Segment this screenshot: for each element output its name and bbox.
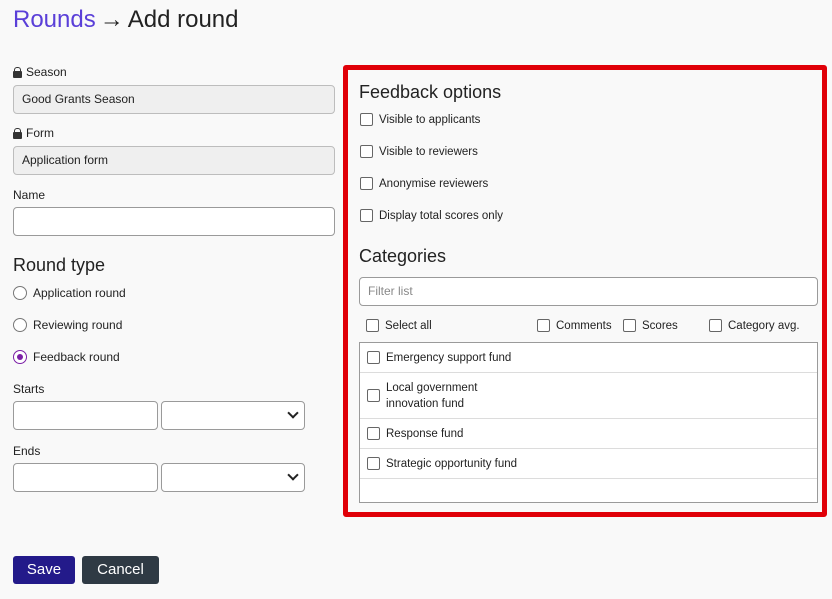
page-title: Add round: [127, 6, 239, 33]
checkbox[interactable]: [360, 113, 373, 126]
breadcrumb-rounds-link[interactable]: Rounds: [13, 6, 96, 33]
checkbox[interactable]: [367, 389, 380, 402]
starts-time-select[interactable]: [161, 401, 305, 430]
list-item[interactable]: Emergency support fund: [360, 343, 817, 373]
column-comments[interactable]: Comments: [537, 319, 612, 332]
cancel-button[interactable]: Cancel: [82, 556, 159, 584]
ends-label: Ends: [13, 444, 41, 458]
form-label-row: Form: [13, 126, 54, 140]
checkbox[interactable]: [709, 319, 722, 332]
radio-reviewing-round[interactable]: Reviewing round: [13, 318, 122, 332]
checkbox-label: Select all: [385, 319, 432, 332]
category-list[interactable]: Emergency support fund Local government …: [359, 342, 818, 503]
option-visible-to-reviewers[interactable]: Visible to reviewers: [360, 145, 478, 158]
season-label-row: Season: [13, 65, 67, 79]
lock-icon: [13, 66, 22, 78]
name-input[interactable]: [13, 207, 335, 236]
categories-title: Categories: [359, 246, 447, 266]
season-label: Season: [26, 65, 67, 79]
chevron-down-icon: [287, 407, 299, 419]
column-category-avg[interactable]: Category avg.: [709, 319, 800, 332]
radio-label: Feedback round: [33, 350, 120, 364]
ends-time-select[interactable]: [161, 463, 305, 492]
checkbox[interactable]: [360, 145, 373, 158]
column-scores[interactable]: Scores: [623, 319, 678, 332]
lock-icon: [13, 127, 22, 139]
checkbox[interactable]: [367, 457, 380, 470]
radio-label: Application round: [33, 286, 126, 300]
checkbox[interactable]: [367, 351, 380, 364]
option-visible-to-applicants[interactable]: Visible to applicants: [360, 113, 480, 126]
category-label: Local government innovation fund: [386, 380, 477, 412]
radio-button-selected[interactable]: [13, 350, 27, 364]
form-label: Form: [26, 126, 54, 140]
checkbox-label: Display total scores only: [379, 209, 503, 222]
starts-date-input[interactable]: [13, 401, 158, 430]
feedback-options-title: Feedback options: [359, 82, 502, 102]
form-field: Application form: [13, 146, 335, 175]
list-item[interactable]: Response fund: [360, 419, 817, 449]
chevron-down-icon: [287, 469, 299, 481]
radio-button[interactable]: [13, 318, 27, 332]
checkbox-label: Category avg.: [728, 319, 800, 332]
filter-input[interactable]: Filter list: [359, 277, 818, 306]
checkbox-label: Anonymise reviewers: [379, 177, 489, 190]
starts-label: Starts: [13, 382, 45, 396]
name-label: Name: [13, 188, 46, 202]
category-label-line: Local government: [386, 381, 478, 394]
radio-feedback-round[interactable]: Feedback round: [13, 350, 120, 364]
checkbox[interactable]: [623, 319, 636, 332]
radio-label: Reviewing round: [33, 318, 123, 332]
checkbox[interactable]: [360, 209, 373, 222]
category-label: Emergency support fund: [386, 351, 512, 364]
checkbox[interactable]: [367, 427, 380, 440]
breadcrumb: Rounds → Add round: [13, 5, 239, 35]
save-button[interactable]: Save: [13, 556, 75, 584]
radio-application-round[interactable]: Application round: [13, 286, 126, 300]
checkbox[interactable]: [366, 319, 379, 332]
option-display-total-scores-only[interactable]: Display total scores only: [360, 209, 503, 222]
checkbox-label: Visible to reviewers: [379, 145, 478, 158]
category-label: Strategic opportunity fund: [386, 457, 518, 470]
category-label-line: innovation fund: [386, 397, 465, 410]
list-item[interactable]: Local government innovation fund: [360, 373, 817, 419]
checkbox-label: Scores: [642, 319, 678, 332]
ends-date-input[interactable]: [13, 463, 158, 492]
category-label: Response fund: [386, 427, 464, 440]
round-type-title: Round type: [13, 255, 106, 275]
checkbox[interactable]: [537, 319, 550, 332]
checkbox-label: Comments: [556, 319, 612, 332]
season-field: Good Grants Season: [13, 85, 335, 114]
arrow-right-icon: →: [99, 6, 124, 33]
option-anonymise-reviewers[interactable]: Anonymise reviewers: [360, 177, 488, 190]
radio-button[interactable]: [13, 286, 27, 300]
checkbox-label: Visible to applicants: [379, 113, 481, 126]
list-item[interactable]: Strategic opportunity fund: [360, 449, 817, 479]
checkbox[interactable]: [360, 177, 373, 190]
select-all[interactable]: Select all: [366, 319, 432, 332]
